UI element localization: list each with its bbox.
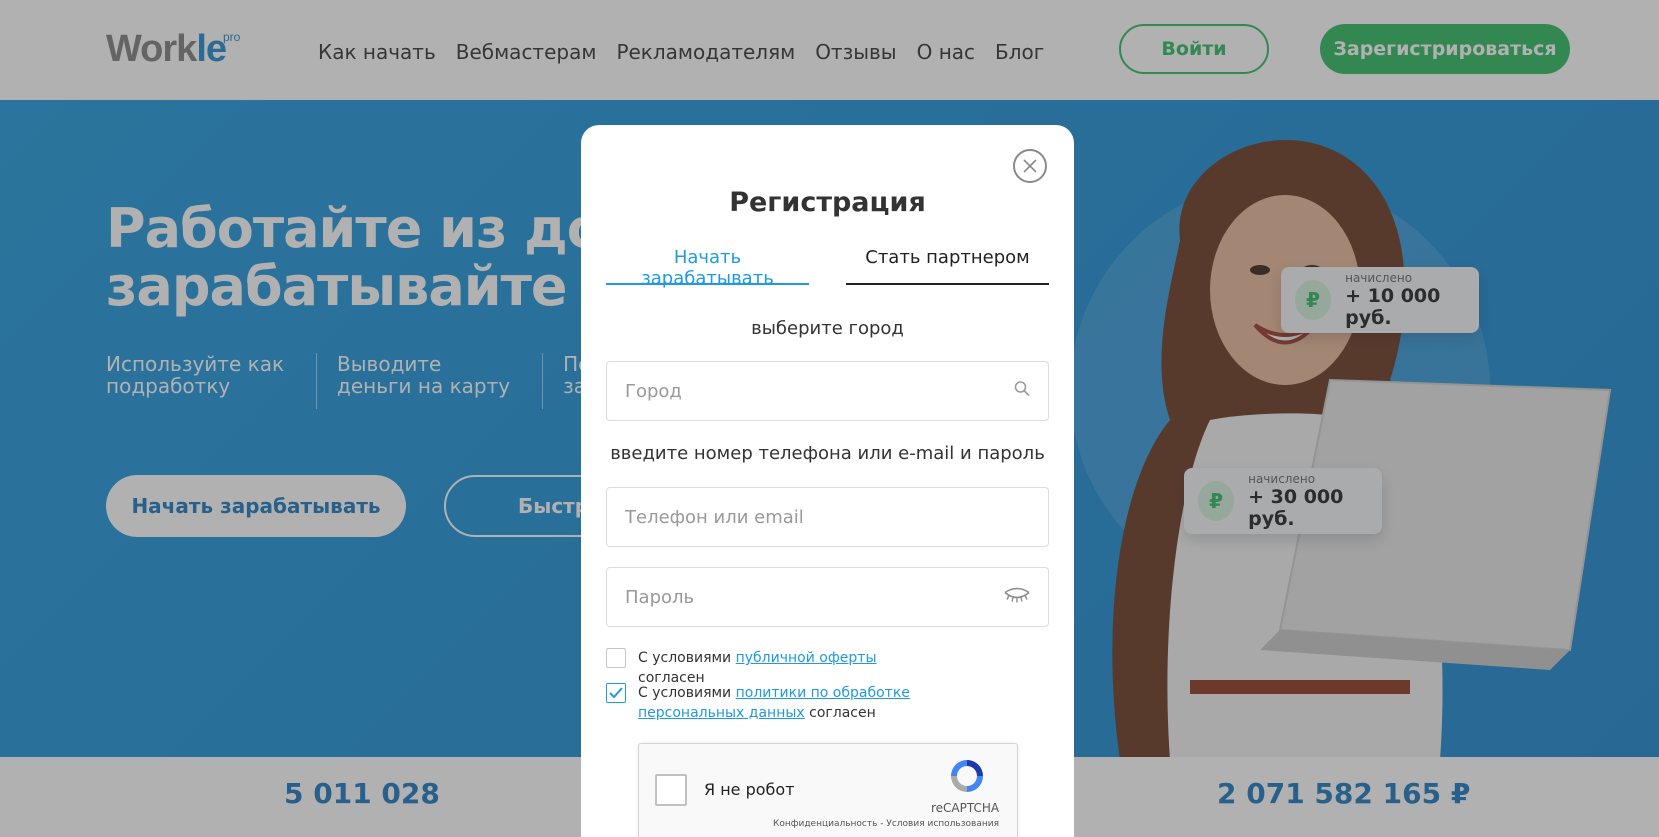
offer-prefix: С условиями xyxy=(638,650,736,666)
offer-consent-text: С условиями публичной оферты согласен xyxy=(638,648,938,688)
contact-label: введите номер телефона или e-mail и паро… xyxy=(610,443,1045,464)
checkmark-icon xyxy=(609,687,623,699)
search-icon xyxy=(1014,381,1030,402)
privacy-consent-text: С условиями политики по обработке персон… xyxy=(638,683,938,723)
eye-closed-icon[interactable] xyxy=(1004,587,1030,608)
privacy-prefix: С условиями xyxy=(638,685,736,701)
recaptcha-checkbox[interactable] xyxy=(655,774,687,806)
offer-consent-row: С условиями публичной оферты согласен xyxy=(606,648,938,688)
city-label: выберите город xyxy=(751,318,904,339)
modal-title: Регистрация xyxy=(729,187,926,218)
city-input[interactable]: Город xyxy=(606,361,1049,421)
tab-start-earning[interactable]: Начать зарабатывать xyxy=(606,247,809,289)
offer-checkbox[interactable] xyxy=(606,648,626,668)
phone-email-input[interactable]: Телефон или email xyxy=(606,487,1049,547)
close-icon[interactable] xyxy=(1013,149,1047,183)
phone-email-placeholder: Телефон или email xyxy=(625,506,804,528)
privacy-checkbox[interactable] xyxy=(606,683,626,703)
recaptcha-widget: Я не робот reCAPTCHA Конфиденциальность … xyxy=(638,743,1018,837)
password-input[interactable]: Пароль xyxy=(606,567,1049,627)
privacy-suffix: согласен xyxy=(804,705,876,721)
privacy-consent-row: С условиями политики по обработке персон… xyxy=(606,683,938,723)
recaptcha-logo-icon xyxy=(951,760,983,792)
registration-modal: Регистрация Начать зарабатывать Стать па… xyxy=(581,125,1074,837)
public-offer-link[interactable]: публичной оферты xyxy=(736,650,877,666)
password-placeholder: Пароль xyxy=(625,586,695,608)
recaptcha-label: Я не робот xyxy=(704,780,795,799)
tab-become-partner[interactable]: Стать партнером xyxy=(846,247,1049,285)
recaptcha-brand: reCAPTCHA xyxy=(931,801,1000,815)
city-placeholder: Город xyxy=(625,380,682,402)
recaptcha-terms[interactable]: Конфиденциальность - Условия использован… xyxy=(773,819,999,829)
